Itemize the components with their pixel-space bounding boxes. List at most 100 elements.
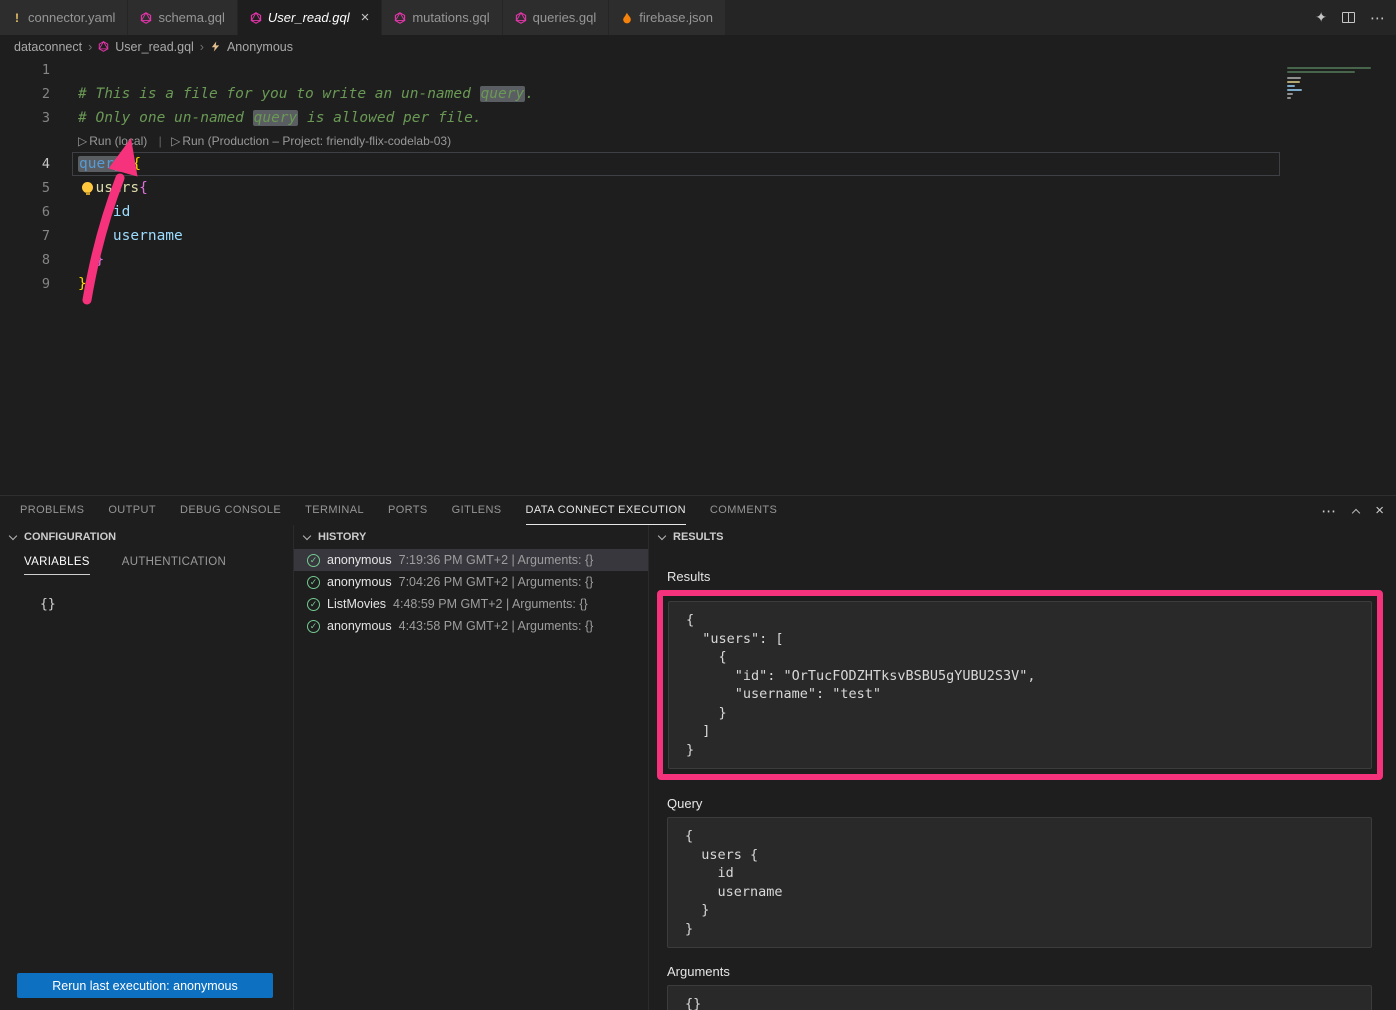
code-line-7[interactable]: 7 username bbox=[0, 224, 1396, 248]
minimap-mark bbox=[1287, 97, 1291, 99]
minimap-mark bbox=[1287, 93, 1293, 95]
history-item-name: ListMovies bbox=[327, 597, 386, 611]
editor-actions: ✦ ⋯ bbox=[1315, 0, 1386, 35]
results-header[interactable]: RESULTS bbox=[649, 525, 1396, 549]
line-number: 1 bbox=[0, 58, 50, 82]
close-tab-icon[interactable]: × bbox=[361, 10, 370, 25]
breadcrumb-symbol[interactable]: Anonymous bbox=[227, 40, 293, 54]
chevron-right-icon: › bbox=[88, 40, 92, 54]
tab-firebase-json[interactable]: firebase.json bbox=[609, 0, 726, 35]
breadcrumb-folder[interactable]: dataconnect bbox=[14, 40, 82, 54]
panel-tab-bar: PROBLEMS OUTPUT DEBUG CONSOLE TERMINAL P… bbox=[0, 496, 1396, 525]
code-token-username-field: username bbox=[78, 228, 183, 244]
tab-variables[interactable]: VARIABLES bbox=[24, 556, 90, 575]
minimap-mark bbox=[1287, 81, 1300, 83]
tab-label: firebase.json bbox=[639, 10, 713, 25]
code-editor[interactable]: 1 2 # This is a file for you to write an… bbox=[0, 58, 1396, 495]
code-token: { bbox=[139, 180, 148, 196]
history-item-name: anonymous bbox=[327, 575, 392, 589]
history-item-name: anonymous bbox=[327, 619, 392, 633]
code-token: is allowed per file. bbox=[298, 110, 481, 126]
code-token-highlighted: query bbox=[253, 110, 299, 126]
minimap[interactable] bbox=[1285, 61, 1393, 181]
panel-tab-comments[interactable]: COMMENTS bbox=[710, 496, 777, 525]
run-local-link[interactable]: ▷Run (local) bbox=[78, 134, 149, 148]
graphql-icon bbox=[250, 12, 262, 24]
line-number: 7 bbox=[0, 224, 50, 248]
copilot-sparkle-icon[interactable]: ✦ bbox=[1315, 9, 1327, 26]
panel-tab-output[interactable]: OUTPUT bbox=[108, 496, 156, 525]
code-line-9[interactable]: 9 } bbox=[0, 272, 1396, 296]
more-actions-icon[interactable]: ⋯ bbox=[1321, 502, 1337, 520]
code-line-1[interactable]: 1 bbox=[0, 58, 1396, 82]
panel-tab-data-connect-execution[interactable]: DATA CONNECT EXECUTION bbox=[526, 496, 686, 525]
tab-label: mutations.gql bbox=[412, 10, 489, 25]
more-actions-icon[interactable]: ⋯ bbox=[1370, 9, 1386, 27]
play-icon: ▷ bbox=[78, 134, 87, 148]
tab-label: queries.gql bbox=[533, 10, 597, 25]
results-section: RESULTS Results { "users": [ { "id": "Or… bbox=[648, 525, 1396, 1010]
panel-tab-problems[interactable]: PROBLEMS bbox=[20, 496, 84, 525]
minimap-mark bbox=[1287, 71, 1355, 73]
code-token-query-keyword: query bbox=[78, 156, 124, 172]
results-label: Results bbox=[667, 569, 1396, 584]
code-token: } bbox=[78, 252, 104, 268]
code-line-2[interactable]: 2 # This is a file for you to write an u… bbox=[0, 82, 1396, 106]
graphql-icon bbox=[140, 12, 152, 24]
codelens-separator: | bbox=[159, 134, 162, 148]
tab-schema-gql[interactable]: schema.gql bbox=[128, 0, 237, 35]
code-line-4[interactable]: 4 query { bbox=[0, 152, 1396, 176]
history-item[interactable]: ✓ ListMovies 4:48:59 PM GMT+2 | Argument… bbox=[294, 593, 648, 615]
check-circle-icon: ✓ bbox=[307, 554, 320, 567]
panel-tab-debug-console[interactable]: DEBUG CONSOLE bbox=[180, 496, 281, 525]
code-line-6[interactable]: 6 id bbox=[0, 200, 1396, 224]
minimap-mark bbox=[1287, 85, 1295, 87]
codelens-row: ▷Run (local) | ▷Run (Production – Projec… bbox=[0, 130, 1396, 152]
tab-connector-yaml[interactable]: ! connector.yaml bbox=[0, 0, 128, 35]
symbol-icon bbox=[210, 41, 221, 52]
history-item-meta: 7:19:36 PM GMT+2 | Arguments: {} bbox=[399, 553, 594, 567]
history-header[interactable]: HISTORY bbox=[294, 525, 648, 549]
code-token: # Only one un-named bbox=[78, 110, 253, 126]
tab-authentication[interactable]: AUTHENTICATION bbox=[122, 556, 226, 575]
panel-tab-terminal[interactable]: TERMINAL bbox=[305, 496, 364, 525]
history-item[interactable]: ✓ anonymous 7:19:36 PM GMT+2 | Arguments… bbox=[294, 549, 648, 571]
chevron-up-icon[interactable] bbox=[1351, 506, 1361, 516]
tab-mutations-gql[interactable]: mutations.gql bbox=[382, 0, 502, 35]
code-line-3[interactable]: 3 # Only one un-named query is allowed p… bbox=[0, 106, 1396, 130]
graphql-icon bbox=[98, 41, 109, 52]
variables-value[interactable]: {} bbox=[40, 597, 293, 612]
configuration-tabs: VARIABLES AUTHENTICATION bbox=[0, 549, 293, 575]
play-icon: ▷ bbox=[171, 134, 180, 148]
query-code: { users { id username } } bbox=[667, 817, 1372, 948]
tab-label: User_read.gql bbox=[268, 10, 350, 25]
firebase-icon bbox=[621, 12, 633, 24]
line-number: 2 bbox=[0, 82, 50, 106]
run-production-link[interactable]: ▷Run (Production – Project: friendly-fli… bbox=[171, 134, 453, 148]
history-item[interactable]: ✓ anonymous 4:43:58 PM GMT+2 | Arguments… bbox=[294, 615, 648, 637]
chevron-down-icon bbox=[657, 532, 667, 542]
history-item[interactable]: ✓ anonymous 7:04:26 PM GMT+2 | Arguments… bbox=[294, 571, 648, 593]
panel-tab-gitlens[interactable]: GITLENS bbox=[452, 496, 502, 525]
lightbulb-icon[interactable] bbox=[82, 182, 93, 193]
code-token: # This is a file for you to write an un-… bbox=[78, 86, 480, 102]
configuration-header[interactable]: CONFIGURATION bbox=[0, 525, 293, 549]
line-number: 6 bbox=[0, 200, 50, 224]
panel-body: CONFIGURATION VARIABLES AUTHENTICATION {… bbox=[0, 525, 1396, 1010]
yaml-file-icon: ! bbox=[12, 11, 22, 25]
panel-actions: ⋯ × bbox=[1321, 496, 1384, 525]
editor-tab-bar: ! connector.yaml schema.gql User_read.gq… bbox=[0, 0, 1396, 35]
panel-tab-ports[interactable]: PORTS bbox=[388, 496, 428, 525]
rerun-last-execution-button[interactable]: Rerun last execution: anonymous bbox=[17, 973, 273, 998]
chevron-down-icon bbox=[8, 532, 18, 542]
close-panel-icon[interactable]: × bbox=[1375, 502, 1384, 519]
tab-user-read-gql[interactable]: User_read.gql × bbox=[238, 0, 382, 35]
run-local-label: Run (local) bbox=[89, 134, 147, 148]
minimap-mark bbox=[1287, 89, 1302, 91]
code-line-8[interactable]: 8 } bbox=[0, 248, 1396, 272]
code-line-5[interactable]: 5 users{ bbox=[0, 176, 1396, 200]
history-item-meta: 4:48:59 PM GMT+2 | Arguments: {} bbox=[393, 597, 588, 611]
tab-queries-gql[interactable]: queries.gql bbox=[503, 0, 610, 35]
split-editor-icon[interactable] bbox=[1342, 12, 1355, 23]
breadcrumb-file[interactable]: User_read.gql bbox=[115, 40, 194, 54]
